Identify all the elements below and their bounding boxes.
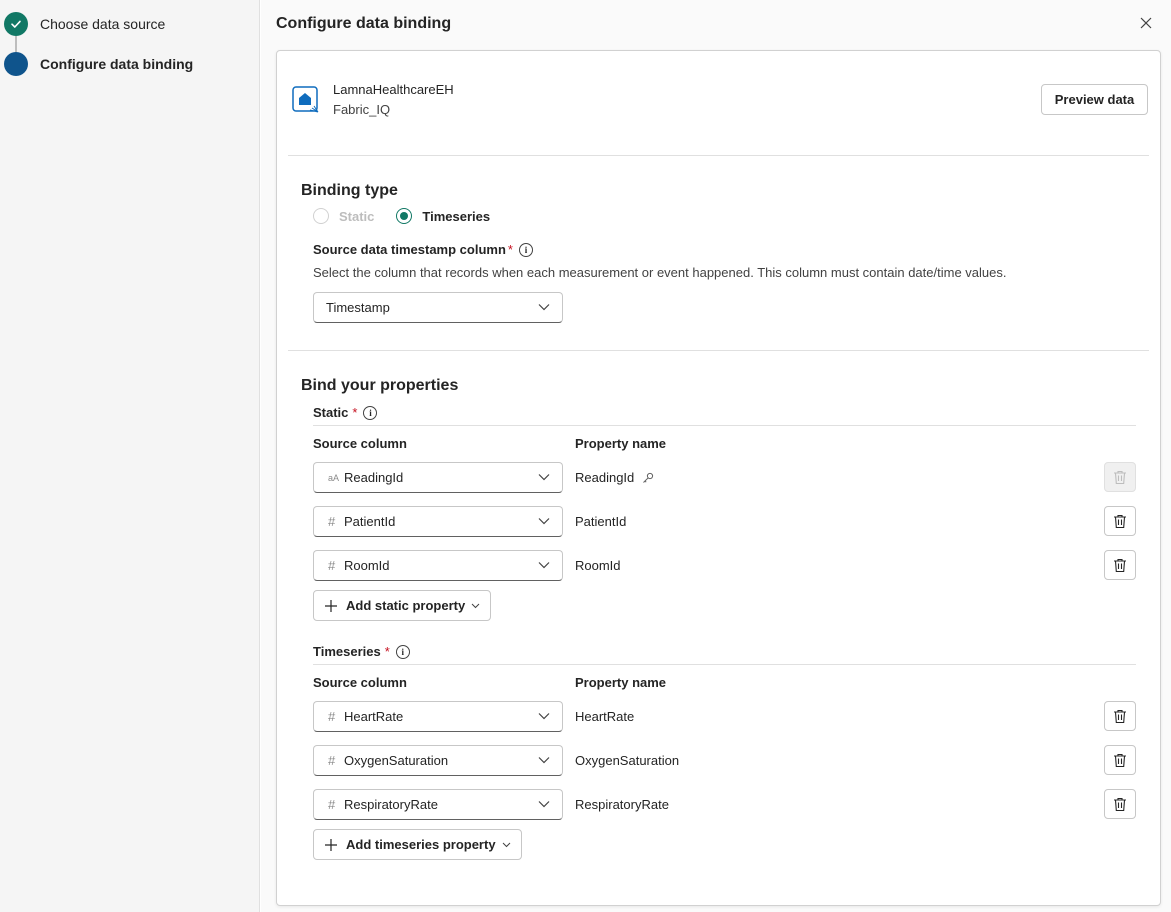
delete-row-button[interactable] (1104, 701, 1136, 731)
static-radio-label: Static (339, 208, 375, 224)
number-type-icon: # (328, 514, 336, 529)
delete-row-button[interactable] (1104, 550, 1136, 580)
source-column-dropdown[interactable]: aA ReadingId (313, 462, 563, 493)
property-name: ReadingId (575, 470, 654, 485)
number-type-icon: # (328, 753, 336, 768)
chevron-down-icon (538, 562, 550, 569)
divider (288, 155, 1149, 156)
add-static-property-button[interactable]: Add static property (313, 590, 492, 621)
info-icon[interactable]: i (363, 405, 378, 420)
timestamp-column-value: Timestamp (326, 300, 390, 315)
close-icon (1140, 17, 1152, 29)
source-column-value: ReadingId (344, 470, 404, 485)
trash-icon (1114, 514, 1126, 528)
step-label: Choose data source (40, 16, 166, 32)
source-workspace: Fabric_IQ (333, 102, 391, 117)
source-column-value: OxygenSaturation (344, 753, 449, 768)
source-column-value: PatientId (344, 514, 396, 529)
required-marker: * (384, 644, 390, 659)
number-type-icon: # (328, 558, 336, 573)
static-radio[interactable] (313, 208, 329, 224)
current-step-icon (4, 52, 28, 76)
binding-type-radio-group: Static Timeseries (313, 208, 490, 224)
wizard-stepper: Choose data source Configure data bindin… (0, 0, 260, 912)
chevron-down-icon (538, 801, 550, 808)
info-icon[interactable]: i (395, 644, 410, 659)
plus-icon (325, 599, 337, 612)
chevron-down-icon (538, 304, 550, 311)
source-column-value: RoomId (344, 558, 390, 573)
number-type-icon: # (328, 797, 336, 812)
source-name: LamnaHealthcareEH (333, 82, 454, 97)
delete-row-button[interactable] (1104, 745, 1136, 775)
close-button[interactable] (1136, 13, 1156, 33)
chevron-down-icon (471, 603, 480, 608)
property-name-header: Property name (575, 436, 667, 451)
delete-row-button[interactable] (1104, 506, 1136, 536)
section-divider (313, 425, 1136, 426)
property-name: OxygenSaturation (575, 753, 680, 768)
static-title-text: Static (313, 405, 349, 420)
property-name: PatientId (575, 514, 627, 529)
preview-data-button[interactable]: Preview data (1041, 84, 1148, 115)
timestamp-column-dropdown[interactable]: Timestamp (313, 292, 563, 323)
trash-icon (1114, 797, 1126, 811)
source-column-value: RespiratoryRate (344, 797, 438, 812)
required-marker: * (352, 405, 358, 420)
add-timeseries-property-button[interactable]: Add timeseries property (313, 829, 522, 860)
timestamp-label-text: Source data timestamp column (313, 242, 506, 257)
property-name: HeartRate (575, 709, 635, 724)
chevron-down-icon (502, 842, 510, 847)
checkmark-icon (4, 12, 28, 36)
timestamp-hint: Select the column that records when each… (313, 265, 1007, 280)
text-type-icon: aA (328, 472, 340, 483)
info-icon[interactable]: i (518, 242, 533, 257)
source-column-dropdown[interactable]: # PatientId (313, 506, 563, 537)
source-column-dropdown[interactable]: # OxygenSaturation (313, 745, 563, 776)
trash-icon (1114, 753, 1126, 767)
number-type-icon: # (328, 709, 336, 724)
configure-panel: Configure data binding LamnaHealthcareEH… (261, 0, 1171, 912)
source-column-header: Source column (313, 675, 407, 690)
required-marker: * (507, 242, 513, 257)
static-section-title: Static * i (313, 405, 378, 420)
binding-card: LamnaHealthcareEH Fabric_IQ Preview data… (276, 50, 1161, 906)
bind-properties-title: Bind your properties (301, 377, 459, 394)
add-static-property-label: Add static property (346, 598, 466, 613)
source-column-dropdown[interactable]: # RoomId (313, 550, 563, 581)
step-label: Configure data binding (40, 56, 194, 72)
chevron-down-icon (538, 713, 550, 720)
delete-row-button[interactable] (1104, 462, 1136, 492)
chevron-down-icon (538, 518, 550, 525)
panel-title: Configure data binding (276, 15, 452, 32)
source-column-header: Source column (313, 436, 407, 451)
binding-type-title: Binding type (301, 182, 398, 199)
timestamp-column-label: Source data timestamp column * i (313, 242, 533, 257)
chevron-down-icon (538, 757, 550, 764)
property-name: RoomId (575, 558, 621, 573)
key-icon (643, 472, 654, 483)
step-connector (15, 36, 17, 52)
source-column-value: HeartRate (344, 709, 404, 724)
source-column-dropdown[interactable]: # HeartRate (313, 701, 563, 732)
source-column-dropdown[interactable]: # RespiratoryRate (313, 789, 563, 820)
divider (288, 350, 1149, 351)
trash-icon (1114, 470, 1126, 484)
timeseries-radio-label: Timeseries (422, 208, 491, 224)
trash-icon (1114, 709, 1126, 723)
plus-icon (325, 838, 337, 851)
property-name-text: ReadingId (575, 470, 635, 485)
property-name: RespiratoryRate (575, 797, 669, 812)
section-divider (313, 664, 1136, 665)
trash-icon (1114, 558, 1126, 572)
chevron-down-icon (538, 474, 550, 481)
timeseries-radio[interactable] (396, 208, 413, 224)
property-name-header: Property name (575, 675, 667, 690)
eventhouse-icon (292, 86, 320, 114)
timeseries-section-title: Timeseries * i (313, 644, 410, 659)
delete-row-button[interactable] (1104, 789, 1136, 819)
add-timeseries-property-label: Add timeseries property (346, 837, 496, 852)
timeseries-title-text: Timeseries (313, 644, 381, 659)
